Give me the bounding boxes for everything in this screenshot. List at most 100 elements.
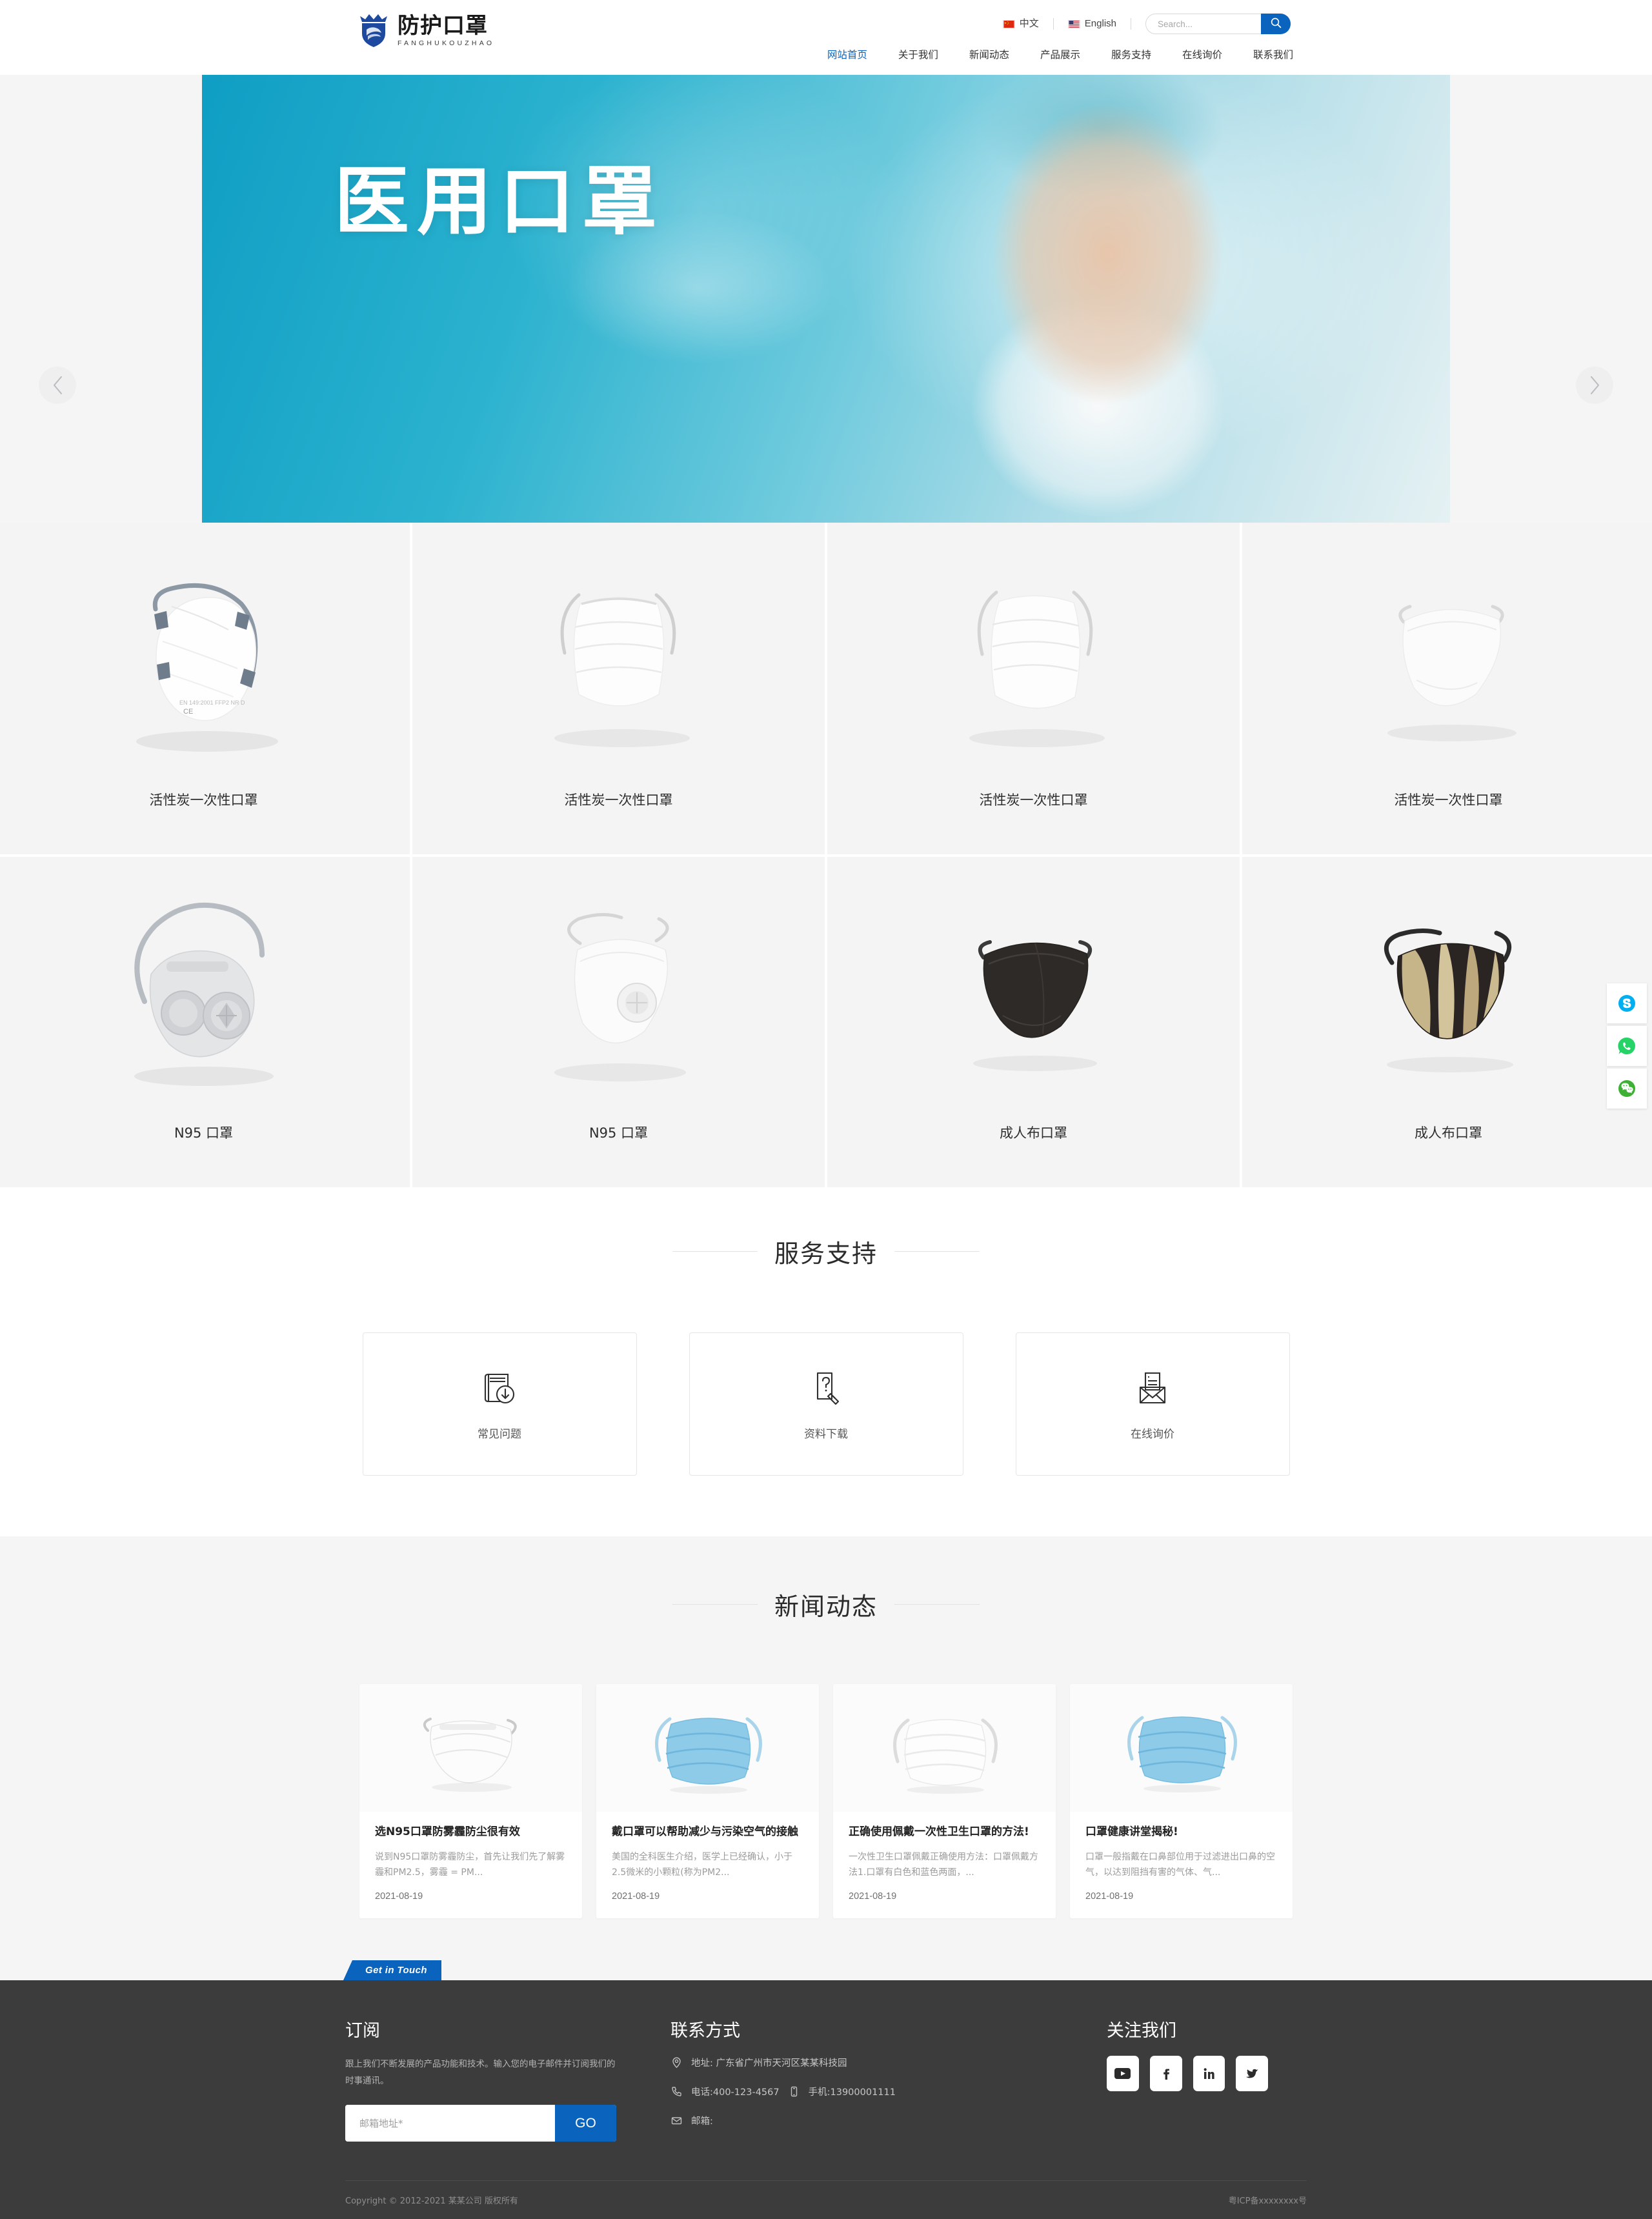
contact-title: 联系方式 xyxy=(670,2020,740,2041)
lang-label-en: English xyxy=(1084,18,1116,29)
product-label: N95 口罩 xyxy=(589,1125,649,1141)
news-card-title: 选N95口罩防雾霾防尘很有效 xyxy=(375,1825,520,1838)
cup-respirator-mask-image: EN 149:2001 FFP2 NR D CE xyxy=(68,545,339,777)
get-in-touch-tab[interactable]: Get in Touch xyxy=(343,1960,441,1980)
twitter-icon[interactable] xyxy=(1236,2055,1268,2091)
service-card-faq[interactable]: 常见问题 xyxy=(362,1332,637,1476)
flag-cn-icon xyxy=(1002,19,1015,28)
hero-title: 医用口罩 xyxy=(334,158,665,245)
product-card[interactable]: 活性炭一次性口罩 xyxy=(1242,523,1652,854)
mobile-icon xyxy=(788,2085,800,2098)
cloth-mask-white-image xyxy=(1313,545,1584,777)
product-card[interactable]: EN 149:2001 FFP2 NR D CE 活性炭一次性口罩 xyxy=(0,523,410,854)
whatsapp-icon[interactable] xyxy=(1607,1026,1647,1066)
news-card-date: 2021-08-19 xyxy=(612,1891,660,1902)
contact-email-row: 邮箱: xyxy=(670,2114,1023,2127)
lang-switch-en[interactable]: English xyxy=(1054,17,1131,31)
news-card-title: 正确使用佩戴一次性卫生口罩的方法! xyxy=(849,1825,1029,1838)
service-card-download[interactable]: 资料下载 xyxy=(689,1332,963,1476)
crown-shield-icon xyxy=(359,14,388,48)
follow-title: 关注我们 xyxy=(1107,2020,1176,2041)
nav-item-service[interactable]: 服务支持 xyxy=(1096,46,1167,63)
news-card-desc: 口罩一般指戴在口鼻部位用于过滤进出口鼻的空气，以达到阻挡有害的气体、气... xyxy=(1085,1851,1275,1878)
carousel-next-button[interactable] xyxy=(1576,366,1613,404)
news-card-title: 口罩健康讲堂揭秘! xyxy=(1085,1825,1178,1838)
lang-switch-zh[interactable]: 中文 xyxy=(989,17,1053,31)
svg-text:CE: CE xyxy=(183,708,193,716)
news-card-date: 2021-08-19 xyxy=(849,1891,897,1902)
search-button[interactable] xyxy=(1261,14,1291,34)
valve-mask-white-image xyxy=(483,879,754,1111)
header-search xyxy=(1145,14,1291,34)
heading-rule-right xyxy=(894,1251,980,1252)
product-card[interactable]: N95 口罩 xyxy=(0,857,410,1187)
contact-phone-row: 电话:400-123-4567 手机:13900001111 xyxy=(670,2085,1023,2098)
main-navigation: 网站首页 关于我们 新闻动态 产品展示 服务支持 在线询价 联系我们 xyxy=(812,46,1293,63)
site-footer: Get in Touch 订阅 跟上我们不断发展的产品功能和技术。输入您的电子邮… xyxy=(0,1960,1652,2219)
product-card[interactable]: 活性炭一次性口罩 xyxy=(412,523,825,854)
mail-icon xyxy=(670,2114,683,2127)
blue-mask-photo xyxy=(1070,1684,1293,1812)
heading-rule-left xyxy=(672,1251,758,1252)
news-section: 新闻动态 选N95口罩防雾霾防尘很有效 说到N95口罩防雾霾防尘，首先让我们先了… xyxy=(0,1536,1652,1980)
product-label: 成人布口罩 xyxy=(1415,1125,1482,1141)
linkedin-icon[interactable] xyxy=(1193,2055,1225,2091)
facebook-icon[interactable] xyxy=(1149,2055,1182,2091)
book-download-icon xyxy=(479,1368,519,1408)
nav-item-home[interactable]: 网站首页 xyxy=(812,46,883,63)
reusable-respirator-gray-image xyxy=(68,879,339,1111)
footer-contact-column: 联系方式 地址: 广东省广州市天河区某某科技园 电话:400-123-4567 … xyxy=(623,2016,1023,2143)
hero-doctor-photo xyxy=(882,75,1373,523)
service-card-label: 资料下载 xyxy=(804,1427,848,1441)
product-label: 活性炭一次性口罩 xyxy=(149,792,258,808)
service-section-heading: 服务支持 xyxy=(0,1234,1652,1269)
flag-us-icon xyxy=(1067,19,1080,28)
contact-mobile-text: 手机:13900001111 xyxy=(808,2087,896,2098)
nav-item-products[interactable]: 产品展示 xyxy=(1025,46,1096,63)
news-card[interactable]: 正确使用佩戴一次性卫生口罩的方法! 一次性卫生口罩佩戴正确使用方法：口罩佩戴方法… xyxy=(833,1684,1056,1918)
subscribe-title: 订阅 xyxy=(345,2020,380,2041)
news-card[interactable]: 戴口罩可以帮助减少与污染空气的接触 美国的全科医生介绍，医学上已经确认，小于2.… xyxy=(596,1684,819,1918)
nav-item-inquiry[interactable]: 在线询价 xyxy=(1167,46,1238,63)
news-card[interactable]: 选N95口罩防雾霾防尘很有效 说到N95口罩防雾霾防尘，首先让我们先了解雾霾和P… xyxy=(359,1684,582,1918)
footer-follow-column: 关注我们 xyxy=(1023,2016,1268,2143)
icp-license-text[interactable]: 粤ICP备xxxxxxxx号 xyxy=(1229,2194,1307,2206)
service-support-section: 服务支持 常见问题 资料下载 在线询价 xyxy=(0,1187,1652,1536)
wechat-icon[interactable] xyxy=(1607,1069,1647,1109)
lang-label-zh: 中文 xyxy=(1019,18,1039,29)
envelope-icon xyxy=(1133,1368,1173,1408)
floating-contact-bar xyxy=(1607,983,1647,1109)
news-card-date: 2021-08-19 xyxy=(1085,1891,1134,1902)
product-card[interactable]: 成人布口罩 xyxy=(1242,857,1652,1187)
news-title: 新闻动态 xyxy=(774,1592,878,1621)
service-title: 服务支持 xyxy=(774,1240,878,1268)
skype-icon[interactable] xyxy=(1607,983,1647,1023)
surgical-mask-white-2-image xyxy=(898,545,1169,777)
chevron-left-icon xyxy=(52,376,63,395)
hero-slide-image: 医用口罩 xyxy=(202,75,1450,523)
news-card-date: 2021-08-19 xyxy=(375,1891,423,1902)
service-card-label: 在线询价 xyxy=(1131,1427,1174,1441)
youtube-icon[interactable] xyxy=(1107,2055,1139,2091)
product-label: 活性炭一次性口罩 xyxy=(979,792,1088,808)
news-card-desc: 一次性卫生口罩佩戴正确使用方法：口罩佩戴方法1.口罩有白色和蓝色两面，... xyxy=(849,1851,1038,1878)
nav-item-about[interactable]: 关于我们 xyxy=(883,46,954,63)
nav-item-news[interactable]: 新闻动态 xyxy=(954,46,1025,63)
product-grid: EN 149:2001 FFP2 NR D CE 活性炭一次性口罩 活性炭一次性… xyxy=(0,523,1652,1187)
heading-rule-left xyxy=(672,1604,758,1605)
white-surgical-mask-photo xyxy=(833,1684,1056,1812)
nav-item-contact[interactable]: 联系我们 xyxy=(1238,46,1293,63)
n95-mask-photo xyxy=(359,1684,582,1812)
news-card[interactable]: 口罩健康讲堂揭秘! 口罩一般指戴在口鼻部位用于过滤进出口鼻的空气，以达到阻挡有害… xyxy=(1070,1684,1293,1918)
news-card-title: 戴口罩可以帮助减少与污染空气的接触 xyxy=(612,1825,798,1838)
blue-surgical-mask-photo xyxy=(596,1684,819,1812)
product-card[interactable]: 成人布口罩 xyxy=(827,857,1240,1187)
product-card[interactable]: N95 口罩 xyxy=(412,857,825,1187)
location-pin-icon xyxy=(670,2056,683,2069)
product-label: 成人布口罩 xyxy=(1000,1125,1067,1141)
product-card[interactable]: 活性炭一次性口罩 xyxy=(827,523,1240,854)
site-logo[interactable]: 防护口罩 FANGHUKOUZHAO xyxy=(359,14,494,48)
carousel-prev-button[interactable] xyxy=(39,366,76,404)
header-topbar: 中文 English xyxy=(989,13,1291,35)
service-card-inquiry[interactable]: 在线询价 xyxy=(1015,1332,1290,1476)
